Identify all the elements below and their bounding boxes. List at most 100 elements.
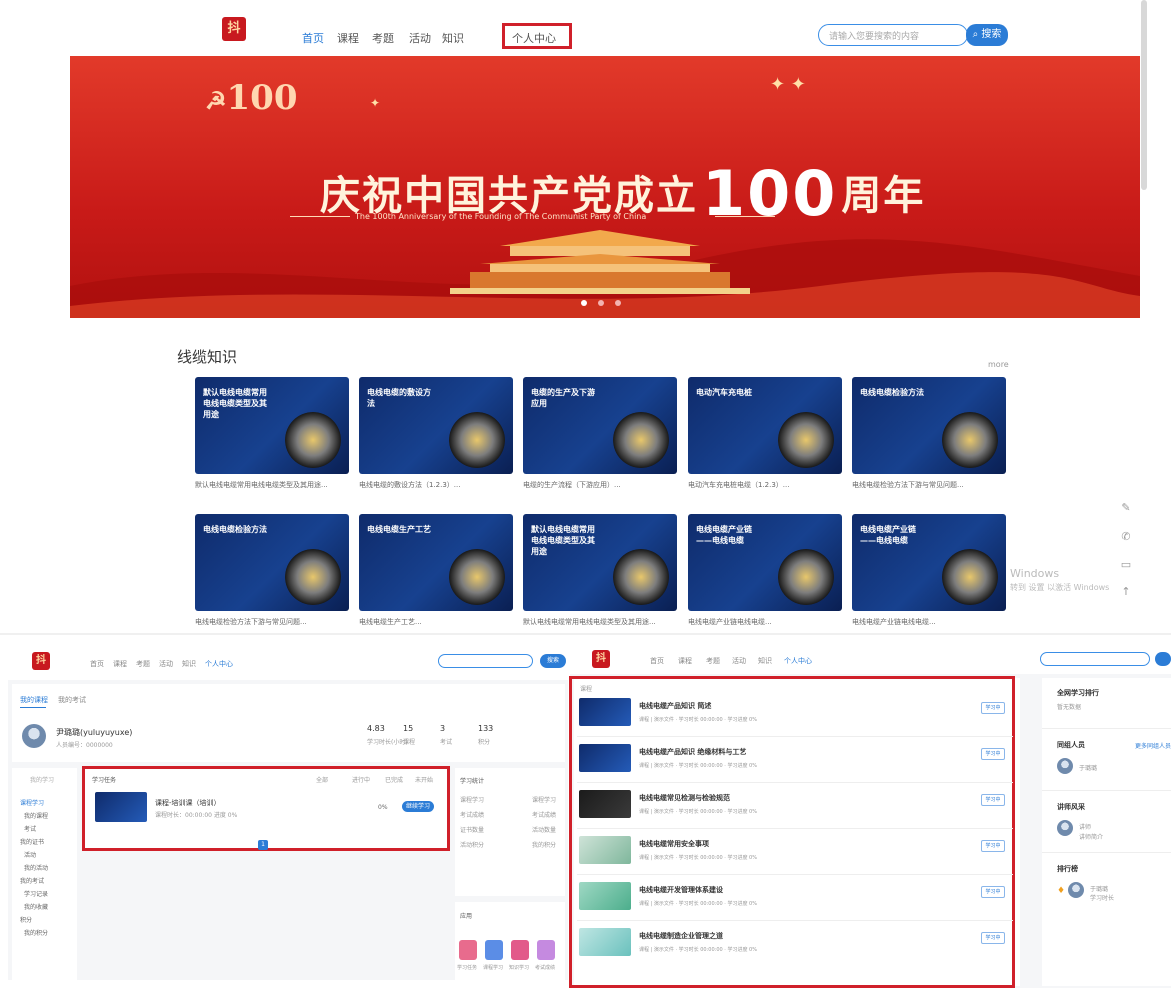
card-title[interactable]: 电线电缆检验方法下游与常见问题... <box>195 617 349 627</box>
card-title[interactable]: 默认电线电缆常用电线电缆类型及其用途... <box>523 617 677 627</box>
status-badge[interactable]: 学习中 <box>981 840 1005 852</box>
status-badge[interactable]: 学习中 <box>981 702 1005 714</box>
card-thumbnail[interactable]: 电线电缆产业链——电线电缆 <box>688 514 842 611</box>
course-name[interactable]: 电线电缆产品知识 绝缘材料与工艺 <box>639 747 746 757</box>
course-thumbnail[interactable] <box>579 836 631 864</box>
filter-done[interactable]: 已完成 <box>385 775 403 784</box>
sidebar-item[interactable]: 我的课程 <box>24 811 48 820</box>
sidebar-item[interactable]: 积分 <box>20 915 32 924</box>
app-icon[interactable] <box>537 940 555 960</box>
avatar[interactable] <box>22 724 46 748</box>
course-name[interactable]: 电线电缆制造企业管理之道 <box>639 931 723 941</box>
course-name[interactable]: 课程-培训课（培训） <box>155 798 221 808</box>
course-thumbnail[interactable] <box>579 882 631 910</box>
nav-activities[interactable]: 活动 <box>732 656 746 666</box>
avatar[interactable] <box>1057 820 1073 836</box>
sidebar-item[interactable]: 课程学习 <box>20 798 44 807</box>
sidebar-item[interactable]: 考试 <box>24 824 36 833</box>
course-name[interactable]: 电线电缆开发管理体系建设 <box>639 885 723 895</box>
sidebar-item[interactable]: 我的积分 <box>24 928 48 937</box>
card-title[interactable]: 电线电缆检验方法下游与常见问题... <box>852 480 1006 490</box>
pagination-current[interactable]: 1 <box>258 840 268 850</box>
app-icon[interactable] <box>485 940 503 960</box>
filter-ongoing[interactable]: 进行中 <box>352 775 370 784</box>
sidebar-item[interactable]: 我的考试 <box>20 876 44 885</box>
nav-knowledge[interactable]: 知识 <box>182 659 196 669</box>
search-button[interactable]: 搜索 <box>540 654 566 668</box>
course-list-item[interactable]: 电线电缆开发管理体系建设 课程 | 演示文件 · 学习时长 00:00:00 · … <box>577 878 1013 918</box>
nav-exams[interactable]: 考题 <box>706 656 720 666</box>
card-title[interactable]: 电线电缆的敷设方法（1.2.3）... <box>359 480 513 490</box>
more-link[interactable]: more <box>988 360 1009 369</box>
search-input[interactable]: 请输入您要搜索的内容 <box>818 24 968 46</box>
nav-knowledge[interactable]: 知识 <box>442 30 464 46</box>
sidebar-item[interactable]: 我的收藏 <box>24 902 48 911</box>
status-badge[interactable]: 学习中 <box>981 748 1005 760</box>
app-icon[interactable] <box>459 940 477 960</box>
course-thumbnail[interactable] <box>579 698 631 726</box>
knowledge-card[interactable]: 默认电线电缆常用电线电缆类型及其用途默认电线电缆常用电线电缆类型及其用途... <box>195 377 349 490</box>
nav-personal-center[interactable]: 个人中心 <box>512 30 556 46</box>
knowledge-card[interactable]: 默认电线电缆常用电线电缆类型及其用途 默认电线电缆常用电线电缆类型及其用途... <box>523 514 677 627</box>
card-thumbnail[interactable]: 默认电线电缆常用电线电缆类型及其用途 <box>195 377 349 474</box>
message-icon[interactable]: ▭ <box>1118 558 1134 574</box>
nav-knowledge[interactable]: 知识 <box>758 656 772 666</box>
nav-activities[interactable]: 活动 <box>159 659 173 669</box>
knowledge-card[interactable]: 电线电缆生产工艺电线电缆生产工艺... <box>359 514 513 627</box>
card-title[interactable]: 电动汽车充电桩电缆（1.2.3）... <box>688 480 842 490</box>
nav-exams[interactable]: 考题 <box>372 30 394 46</box>
back-to-top-icon[interactable]: ↑ <box>1118 585 1134 601</box>
search-input[interactable] <box>1040 652 1150 666</box>
avatar[interactable] <box>1057 758 1073 774</box>
knowledge-card[interactable]: 电缆的生产及下游应用电缆的生产流程（下游应用）... <box>523 377 677 490</box>
filter-all[interactable]: 全部 <box>316 775 328 784</box>
site-logo[interactable]: 抖 <box>222 17 246 41</box>
app-icon[interactable] <box>511 940 529 960</box>
site-logo[interactable]: 抖 <box>32 652 50 670</box>
nav-home[interactable]: 首页 <box>302 30 324 46</box>
card-thumbnail[interactable]: 电缆的生产及下游应用 <box>523 377 677 474</box>
course-list-item[interactable]: 电线电缆常见检测与检验规范 课程 | 演示文件 · 学习时长 00:00:00 ·… <box>577 786 1013 826</box>
card-title[interactable]: 电线电缆生产工艺... <box>359 617 513 627</box>
card-title[interactable]: 电缆的生产流程（下游应用）... <box>523 480 677 490</box>
sidebar-item[interactable]: 活动 <box>24 850 36 859</box>
nav-activities[interactable]: 活动 <box>409 30 431 46</box>
card-thumbnail[interactable]: 电线电缆生产工艺 <box>359 514 513 611</box>
knowledge-card[interactable]: 电动汽车充电桩 电动汽车充电桩电缆（1.2.3）... <box>688 377 842 490</box>
course-thumbnail[interactable] <box>579 790 631 818</box>
carousel-dot-1[interactable] <box>581 300 587 306</box>
card-thumbnail[interactable]: 电线电缆检验方法 <box>195 514 349 611</box>
knowledge-card[interactable]: 电线电缆产业链——电线电缆电线电缆产业链电线电缆... <box>852 514 1006 627</box>
nav-courses[interactable]: 课程 <box>678 656 692 666</box>
status-badge[interactable]: 学习中 <box>981 932 1005 944</box>
knowledge-card[interactable]: 电线电缆检验方法电线电缆检验方法下游与常见问题... <box>195 514 349 627</box>
tab-my-exams[interactable]: 我的考试 <box>58 695 86 705</box>
nav-home[interactable]: 首页 <box>90 659 104 669</box>
hero-banner[interactable]: ☭100 ✦ ✦ ✦ 庆祝中国共产党成立100 周年 The 100th Anni… <box>70 56 1140 318</box>
edit-icon[interactable]: ✎ <box>1118 501 1134 517</box>
course-list-item[interactable]: 电线电缆制造企业管理之道 课程 | 演示文件 · 学习时长 00:00:00 · … <box>577 924 1013 964</box>
continue-button[interactable]: 继续学习 <box>402 801 434 812</box>
search-button[interactable] <box>1155 652 1171 666</box>
nav-exams[interactable]: 考题 <box>136 659 150 669</box>
card-title[interactable]: 默认电线电缆常用电线电缆类型及其用途... <box>195 480 349 490</box>
group-members-more[interactable]: 更多同组人员 <box>1135 741 1171 750</box>
status-badge[interactable]: 学习中 <box>981 886 1005 898</box>
nav-personal-center[interactable]: 个人中心 <box>784 656 812 666</box>
card-thumbnail[interactable]: 电线电缆产业链——电线电缆 <box>852 514 1006 611</box>
filter-not-started[interactable]: 未开始 <box>415 775 433 784</box>
card-thumbnail[interactable]: 电线电缆的敷设方法 <box>359 377 513 474</box>
carousel-dot-3[interactable] <box>615 300 621 306</box>
course-list-item[interactable]: 电线电缆产品知识 简述 课程 | 演示文件 · 学习时长 00:00:00 · 学… <box>577 694 1013 734</box>
course-list-item[interactable]: 电线电缆常用安全事项 课程 | 演示文件 · 学习时长 00:00:00 · 学习… <box>577 832 1013 872</box>
carousel-dot-2[interactable] <box>598 300 604 306</box>
knowledge-card[interactable]: 电线电缆检验方法 电线电缆检验方法下游与常见问题... <box>852 377 1006 490</box>
search-input[interactable] <box>438 654 533 668</box>
phone-icon[interactable]: ✆ <box>1118 530 1134 546</box>
sidebar-item[interactable]: 我的活动 <box>24 863 48 872</box>
nav-home[interactable]: 首页 <box>650 656 664 666</box>
course-thumbnail[interactable] <box>95 792 147 822</box>
course-thumbnail[interactable] <box>579 744 631 772</box>
card-title[interactable]: 电线电缆产业链电线电缆... <box>852 617 1006 627</box>
course-thumbnail[interactable] <box>579 928 631 956</box>
